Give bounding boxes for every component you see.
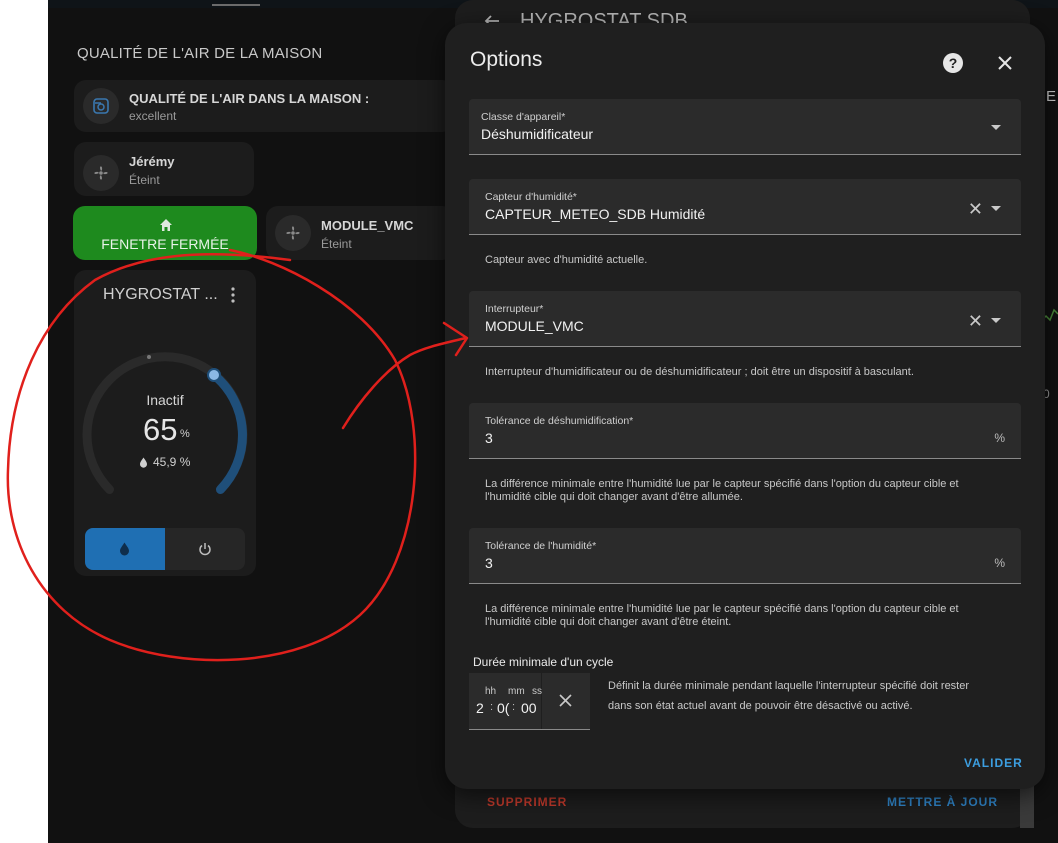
red-annotation-circle [6,248,469,662]
